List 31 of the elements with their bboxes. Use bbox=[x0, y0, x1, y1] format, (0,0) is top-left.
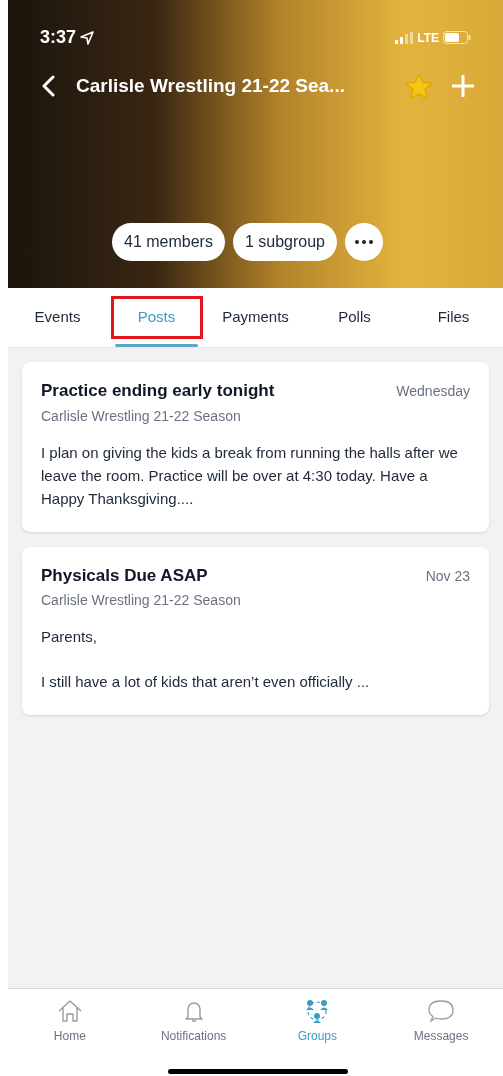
post-text: I plan on giving the kids a break from running the halls after we leave the room. Practice will be over at 4:30 today. Have a Happy Thanksgiving.... bbox=[41, 442, 459, 509]
post-card[interactable]: Physicals Due ASAP Nov 23 Carlisle Wrestling 21-22 Season Parents, I still have a lot of kids that aren’t even officially ... bbox=[22, 546, 489, 715]
tab[interactable]: Payments bbox=[206, 288, 305, 347]
battery-icon bbox=[443, 31, 471, 44]
location-arrow-icon bbox=[80, 30, 95, 45]
more-dots-icon bbox=[355, 240, 373, 244]
post-date: Wednesday bbox=[396, 382, 470, 401]
star-icon bbox=[405, 72, 433, 100]
nav-tab[interactable]: Messages bbox=[379, 997, 503, 1045]
post-text: Parents, bbox=[41, 627, 98, 647]
group-title: Carlisle Wrestling 21-22 Sea... bbox=[76, 73, 346, 98]
back-chevron-icon bbox=[41, 75, 55, 97]
post-title: Practice ending early tonight bbox=[41, 380, 275, 402]
post-title: Physicals Due ASAP bbox=[41, 564, 208, 587]
plus-icon bbox=[452, 75, 474, 97]
post-date: Nov 23 bbox=[425, 566, 470, 586]
signal-icon bbox=[395, 31, 414, 44]
nav-tab[interactable]: Notifications bbox=[131, 997, 256, 1045]
post-text: I still have a lot of kids that aren’t even officially ... bbox=[41, 672, 371, 692]
status-time: 3:37 bbox=[40, 26, 77, 49]
tab[interactable]: Events bbox=[8, 288, 107, 347]
speech-bubble-icon bbox=[427, 997, 456, 1025]
post-group: Carlisle Wrestling 21-22 Season bbox=[41, 590, 470, 611]
network-label: LTE bbox=[417, 29, 439, 47]
tab[interactable]: Polls bbox=[305, 288, 404, 347]
tab[interactable]: Files bbox=[404, 288, 503, 347]
chip-button[interactable]: 41 members bbox=[112, 223, 225, 261]
chip-button[interactable]: 1 subgroup bbox=[232, 223, 337, 261]
post-card[interactable] bbox=[22, 362, 489, 532]
post-group: Carlisle Wrestling 21-22 Season bbox=[41, 405, 470, 427]
nav-tab[interactable]: Home bbox=[8, 997, 132, 1045]
